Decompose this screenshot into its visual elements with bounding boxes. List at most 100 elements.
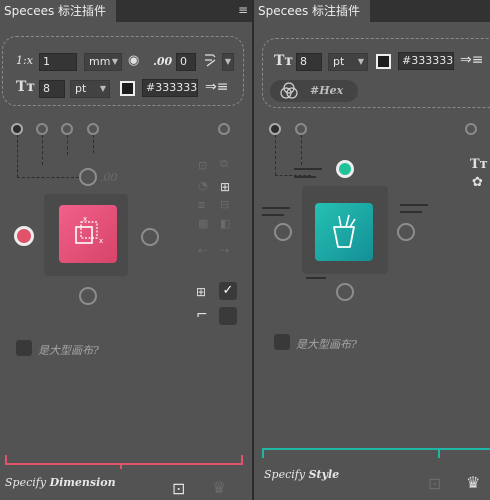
- font-size-input[interactable]: 8: [296, 53, 322, 71]
- anchor-dot-3[interactable]: [61, 123, 73, 135]
- color-hex-input[interactable]: #333333: [142, 79, 198, 97]
- ghost-decimal-label: .00: [100, 171, 118, 184]
- hamburger-icon[interactable]: ≡: [238, 3, 248, 17]
- eye-icon[interactable]: ◉: [128, 54, 139, 68]
- placeholder-line: [294, 168, 322, 170]
- unit-value: mm: [89, 55, 111, 68]
- color-swatch[interactable]: [120, 81, 135, 96]
- text-style-icon[interactable]: Tт: [470, 158, 488, 172]
- resize-box-icon: x x: [75, 215, 103, 245]
- ratio-icon[interactable]: [203, 52, 217, 70]
- corner-icon[interactable]: ⌐: [196, 308, 208, 322]
- anchor-dot-1[interactable]: [11, 123, 23, 135]
- connector-line: [17, 135, 18, 177]
- accent-bracket: [5, 455, 243, 465]
- style-tool-icon[interactable]: ♛: [466, 475, 480, 491]
- hex-label: #Hex: [310, 84, 344, 97]
- placeholder-line: [306, 277, 326, 279]
- color-circles-icon: [280, 82, 298, 99]
- connector-line: [17, 177, 79, 178]
- footer-prefix: Specify: [5, 476, 47, 489]
- anchor-ring-top[interactable]: [79, 168, 97, 186]
- placeholder-line: [262, 214, 284, 216]
- chevron-down-icon: ▼: [357, 57, 364, 66]
- font-unit-value: pt: [333, 55, 345, 68]
- anchor-ring-right[interactable]: [397, 223, 415, 241]
- distance-icon[interactable]: ⊟: [220, 199, 229, 211]
- color-hex-value: #333333: [402, 54, 454, 67]
- anchor-ring-bottom[interactable]: [336, 283, 354, 301]
- hex-toggle[interactable]: #Hex: [270, 80, 358, 102]
- connector-line: [275, 135, 276, 175]
- font-unit-dropdown[interactable]: pt ▼: [328, 53, 368, 71]
- text-size-icon: Tт: [16, 79, 36, 95]
- footer-label: Specify Style: [264, 468, 339, 481]
- footer-bold: Dimension: [49, 476, 116, 489]
- panel-tab[interactable]: Specees 标注插件: [254, 0, 371, 22]
- chevron-down-icon: ▼: [99, 84, 106, 93]
- tab-bar: Specees 标注插件 ≡: [0, 0, 252, 22]
- anchor-dot-5[interactable]: [218, 123, 230, 135]
- connector-line: [93, 135, 94, 153]
- anchor-dot-2[interactable]: [295, 123, 307, 135]
- anchor-dot-3[interactable]: [465, 123, 477, 135]
- svg-text:x: x: [99, 237, 103, 245]
- placeholder-line: [400, 211, 422, 213]
- dimension-panel: Specees 标注插件 ≡ 1:x 1 mm ▼ ◉ .00 0 ▼ Tт 8 …: [0, 0, 252, 500]
- accent-bracket-tick: [120, 463, 122, 469]
- style-preview-tile: [315, 203, 373, 261]
- arrow-left-icon[interactable]: ⇠: [198, 245, 207, 257]
- panel-tab-title: Specees 标注插件: [258, 4, 361, 18]
- decimal-label: .00: [153, 55, 173, 68]
- font-size-value: 8: [300, 55, 307, 68]
- anchor-ring-right[interactable]: [141, 228, 159, 246]
- layout-icon[interactable]: ⊞: [196, 285, 206, 299]
- anchor-ring-bottom[interactable]: [79, 287, 97, 305]
- pen-holder-icon: [333, 214, 356, 248]
- decimal-input[interactable]: 0: [176, 53, 196, 71]
- anchor-dot-4[interactable]: [87, 123, 99, 135]
- color-hex-value: #333333: [146, 81, 198, 94]
- palette-icon[interactable]: ✿: [472, 176, 483, 190]
- connector-line: [301, 135, 302, 165]
- units-label: 1:x: [16, 54, 33, 67]
- shape-icon[interactable]: ◧: [220, 218, 230, 230]
- anchor-ring-left[interactable]: [274, 223, 292, 241]
- font-size-input[interactable]: 8: [39, 80, 65, 98]
- overlap-icon[interactable]: ⧈: [198, 199, 205, 211]
- color-hex-input[interactable]: #333333: [398, 52, 454, 70]
- arrow-right-icon[interactable]: ⇢: [220, 245, 229, 257]
- accent-bracket: [262, 448, 490, 458]
- unit-dropdown[interactable]: mm ▼: [84, 53, 122, 71]
- align-arrow-icon[interactable]: ⇒≡: [460, 53, 483, 67]
- anchor-dot-left-selected[interactable]: [14, 226, 34, 246]
- accent-bracket-tick: [438, 450, 440, 458]
- large-canvas-checkbox[interactable]: [16, 340, 32, 356]
- align-arrow-icon[interactable]: ⇒≡: [205, 80, 228, 94]
- unchecked-toggle[interactable]: [219, 307, 237, 325]
- anchor-dot-2[interactable]: [36, 123, 48, 135]
- checked-toggle[interactable]: ✓: [219, 282, 237, 300]
- dimension-tool-icon[interactable]: ⊡: [428, 476, 441, 492]
- style-panel: Specees 标注插件 Tт 8 pt ▼ #333333 ⇒≡ #Hex T…: [254, 0, 490, 500]
- anchor-dot-top-selected[interactable]: [336, 160, 354, 178]
- color-swatch[interactable]: [376, 54, 391, 69]
- font-unit-value: pt: [75, 82, 87, 95]
- scale-input[interactable]: 1: [39, 53, 77, 71]
- hierarchy-icon[interactable]: ⊞: [220, 180, 230, 194]
- font-unit-dropdown[interactable]: pt ▼: [70, 80, 110, 98]
- footer-prefix: Specify: [264, 468, 306, 481]
- circle-dim-icon[interactable]: ◔: [198, 180, 208, 192]
- font-size-value: 8: [43, 82, 50, 95]
- more-dropdown[interactable]: ▼: [222, 53, 234, 71]
- panel-tab-title: Specees 标注插件: [4, 4, 107, 18]
- dimension-tool-icon[interactable]: ⊡: [172, 481, 185, 497]
- grid-icon[interactable]: ▦: [198, 218, 208, 230]
- frame-icon[interactable]: ⧉: [220, 158, 228, 170]
- anchor-dot-1[interactable]: [269, 123, 281, 135]
- position-icon[interactable]: ⊡: [198, 160, 207, 172]
- large-canvas-checkbox[interactable]: [274, 334, 290, 350]
- style-tool-icon[interactable]: ♛: [212, 480, 226, 496]
- panel-tab[interactable]: Specees 标注插件: [0, 0, 117, 22]
- placeholder-line: [294, 176, 316, 178]
